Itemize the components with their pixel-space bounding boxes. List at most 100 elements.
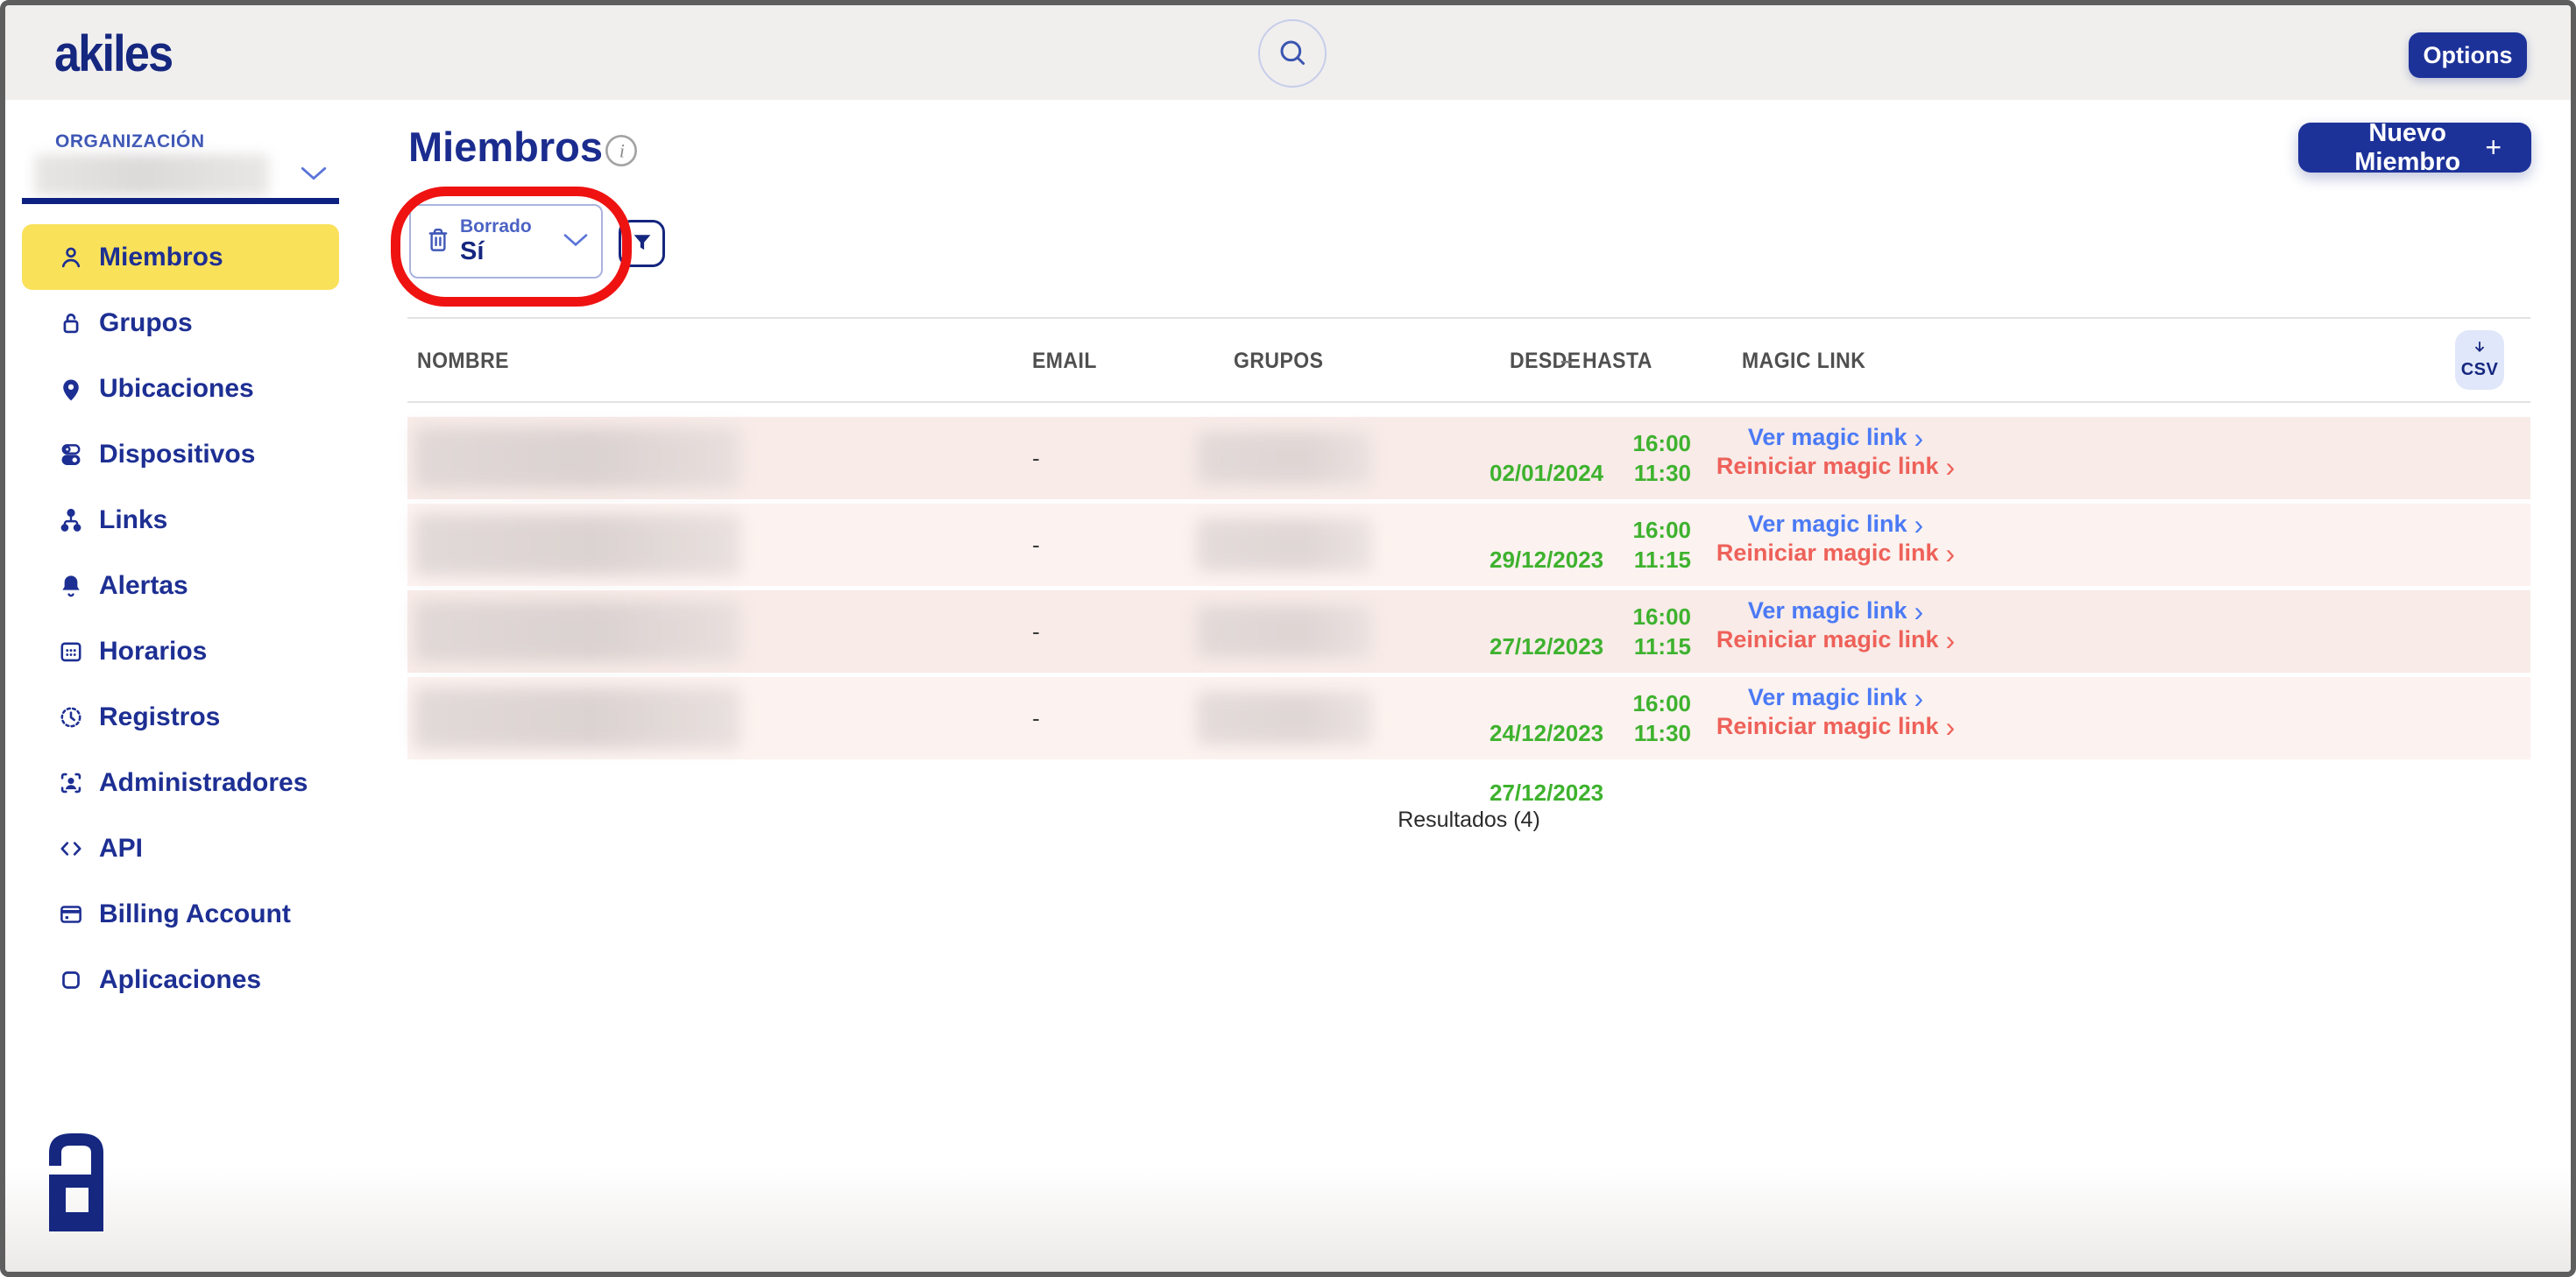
admin-icon	[55, 767, 87, 799]
dropdown-value: Sí	[460, 237, 484, 266]
sidebar-item-dispositivos[interactable]: Dispositivos	[22, 421, 339, 487]
chevron-right-icon: ›	[1945, 545, 1955, 562]
main-content: Miembros i Nuevo Miembro + Borrado Sí	[382, 100, 2576, 1277]
chevron-right-icon: ›	[1914, 429, 1923, 447]
organization-name-blurred	[34, 154, 269, 196]
sidebar-item-ubicaciones[interactable]: Ubicaciones	[22, 356, 339, 421]
sidebar-item-label: Links	[99, 505, 167, 535]
chevron-down-icon	[299, 163, 329, 188]
sidebar-item-label: Grupos	[99, 308, 193, 338]
table-row: - 27/12/2023 29/12/2023 16:00 11:15 Ver …	[407, 590, 2530, 673]
chevron-right-icon: ›	[1914, 603, 1923, 620]
member-name-blurred	[414, 688, 740, 749]
organization-selector[interactable]	[27, 151, 343, 203]
member-email: -	[1032, 590, 1040, 673]
sidebar-divider	[22, 198, 339, 204]
app-icon	[55, 964, 87, 996]
borrado-filter-dropdown[interactable]: Borrado Sí	[409, 204, 603, 279]
col-header-magic-link: MAGIC LINK	[1742, 349, 1865, 374]
app-window: akiles Options ORGANIZACIÓN M	[0, 0, 2576, 1277]
table-row: - 02/01/2024 05/01/2024 16:00 11:30 Ver …	[407, 417, 2530, 499]
sidebar-item-label: Billing Account	[99, 900, 291, 929]
sidebar-item-label: Horarios	[99, 637, 207, 667]
person-icon	[55, 242, 87, 273]
table-divider	[407, 401, 2530, 403]
sort-dash: –	[1560, 349, 1572, 374]
chevron-down-icon	[562, 230, 590, 254]
sidebar-item-alertas[interactable]: Alertas	[22, 553, 339, 618]
funnel-icon	[629, 229, 655, 258]
sidebar-item-label: Miembros	[99, 243, 223, 272]
reiniciar-magic-link[interactable]: Reiniciar magic link›	[1716, 713, 1955, 740]
page-title: Miembros	[408, 123, 603, 171]
ver-magic-link[interactable]: Ver magic link›	[1748, 597, 1923, 624]
export-csv-button[interactable]: CSV	[2455, 330, 2504, 390]
sidebar-item-billing-account[interactable]: Billing Account	[22, 881, 339, 947]
reiniciar-magic-link[interactable]: Reiniciar magic link›	[1716, 626, 1955, 653]
new-member-button[interactable]: Nuevo Miembro +	[2298, 123, 2531, 173]
col-header-nombre: NOMBRE	[417, 349, 509, 374]
sidebar-item-aplicaciones[interactable]: Aplicaciones	[22, 947, 339, 1012]
info-icon[interactable]: i	[604, 133, 639, 168]
trash-icon	[423, 223, 453, 263]
sidebar-item-administradores[interactable]: Administradores	[22, 750, 339, 815]
table-row: - 29/12/2023 01/01/2024 16:00 11:15 Ver …	[407, 504, 2530, 586]
sidebar-item-label: Aplicaciones	[99, 965, 261, 995]
col-header-hasta[interactable]: HASTA	[1582, 349, 1652, 374]
sidebar-item-horarios[interactable]: Horarios	[22, 618, 339, 684]
sidebar-item-label: API	[99, 834, 143, 864]
sidebar-item-label: Alertas	[99, 571, 188, 601]
download-icon	[2470, 341, 2489, 359]
clock-icon	[55, 702, 87, 733]
chevron-right-icon: ›	[1914, 689, 1923, 707]
search-button[interactable]	[1258, 19, 1327, 88]
options-button[interactable]: Options	[2409, 32, 2527, 78]
member-email: -	[1032, 417, 1040, 499]
svg-text:i: i	[619, 141, 625, 162]
map-pin-icon	[55, 373, 87, 405]
table-divider	[407, 317, 2530, 319]
sidebar-item-registros[interactable]: Registros	[22, 684, 339, 750]
bell-icon	[55, 570, 87, 602]
credit-card-icon	[55, 899, 87, 930]
reiniciar-magic-link[interactable]: Reiniciar magic link›	[1716, 453, 1955, 480]
topbar: akiles Options	[5, 5, 2571, 100]
plus-icon: +	[2485, 131, 2502, 164]
member-groups-blurred	[1197, 692, 1372, 744]
akiles-logo: akiles	[54, 25, 172, 83]
sidebar-item-api[interactable]: API	[22, 815, 339, 881]
sidebar-item-label: Ubicaciones	[99, 374, 254, 404]
ver-magic-link[interactable]: Ver magic link›	[1748, 424, 1923, 451]
csv-label: CSV	[2461, 360, 2499, 380]
col-header-grupos: GRUPOS	[1234, 349, 1323, 374]
sidebar: ORGANIZACIÓN Miembros Grupos	[5, 100, 382, 1277]
member-times: 16:00 11:15	[1621, 515, 1691, 575]
organization-label: ORGANIZACIÓN	[55, 131, 205, 152]
calendar-icon	[55, 636, 87, 667]
member-times: 16:00 11:30	[1621, 688, 1691, 748]
member-groups-blurred	[1197, 519, 1372, 571]
member-name-blurred	[414, 601, 740, 662]
sidebar-item-label: Dispositivos	[99, 440, 255, 469]
filter-button[interactable]	[619, 220, 665, 267]
member-email: -	[1032, 504, 1040, 586]
dropdown-label: Borrado	[460, 216, 532, 237]
member-groups-blurred	[1197, 605, 1372, 658]
member-times: 16:00 11:30	[1621, 428, 1691, 488]
member-name-blurred	[414, 427, 740, 489]
sidebar-item-links[interactable]: Links	[22, 487, 339, 553]
sidebar-item-grupos[interactable]: Grupos	[22, 290, 339, 356]
new-member-label: Nuevo Miembro	[2330, 119, 2485, 177]
chevron-right-icon: ›	[1945, 458, 1955, 476]
chevron-right-icon: ›	[1945, 631, 1955, 649]
sidebar-item-label: Administradores	[99, 768, 308, 798]
chevron-right-icon: ›	[1914, 516, 1923, 533]
ver-magic-link[interactable]: Ver magic link›	[1748, 684, 1923, 711]
code-icon	[55, 833, 87, 864]
sidebar-item-miembros[interactable]: Miembros	[22, 224, 339, 290]
table-row: - 24/12/2023 27/12/2023 16:00 11:30 Ver …	[407, 677, 2530, 759]
member-dates: 24/12/2023 27/12/2023	[1490, 688, 1603, 808]
reiniciar-magic-link[interactable]: Reiniciar magic link›	[1716, 540, 1955, 567]
ver-magic-link[interactable]: Ver magic link›	[1748, 511, 1923, 538]
member-times: 16:00 11:15	[1621, 602, 1691, 661]
